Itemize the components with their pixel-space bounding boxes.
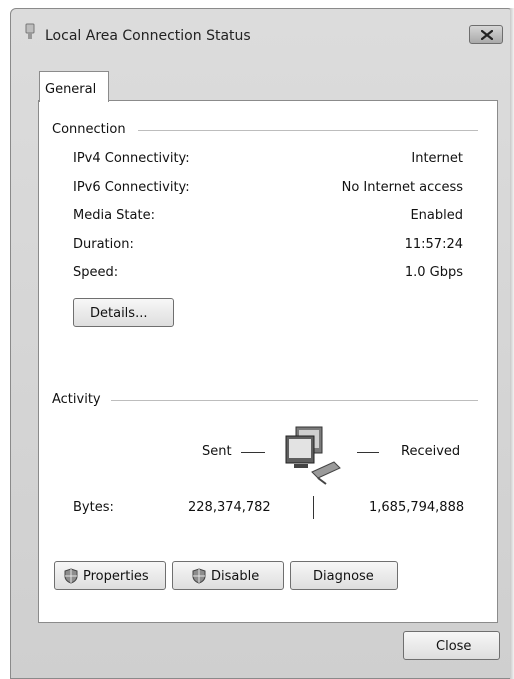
diagnose-button[interactable]: Diagnose — [290, 561, 398, 590]
close-icon — [481, 30, 493, 40]
bytes-received-value: 1,685,794,888 — [369, 500, 465, 515]
activity-group-label: Activity — [52, 392, 101, 407]
activity-group-divider — [111, 400, 478, 401]
bytes-sent-value: 228,374,782 — [188, 500, 271, 515]
ipv4-connectivity-label: IPv4 Connectivity: — [73, 151, 190, 166]
title-bar[interactable]: Local Area Connection Status — [11, 9, 513, 53]
bytes-divider — [313, 496, 314, 519]
received-label: Received — [401, 444, 461, 459]
tab-general[interactable]: General — [39, 71, 109, 102]
shield-icon — [192, 568, 206, 584]
close-button-label: Close — [436, 639, 472, 654]
received-connector-line — [357, 452, 379, 453]
connection-group-divider — [138, 130, 478, 131]
disable-button-label: Disable — [211, 569, 260, 584]
ipv6-connectivity-label: IPv6 Connectivity: — [73, 180, 190, 195]
sent-connector-line — [241, 452, 265, 453]
disable-button[interactable]: Disable — [172, 561, 284, 590]
close-button[interactable]: Close — [403, 631, 500, 660]
tab-general-label: General — [45, 82, 97, 97]
bytes-label: Bytes: — [73, 500, 114, 515]
duration-value: 11:57:24 — [404, 237, 463, 252]
shield-icon — [64, 568, 78, 584]
ipv4-connectivity-value: Internet — [411, 151, 463, 166]
network-adapter-icon — [25, 23, 35, 39]
close-window-button[interactable] — [469, 25, 503, 44]
speed-label: Speed: — [73, 265, 119, 280]
duration-label: Duration: — [73, 237, 134, 252]
network-computers-icon — [285, 426, 341, 485]
tab-panel-general — [38, 100, 498, 623]
window-edge-shadow — [510, 8, 514, 679]
diagnose-button-label: Diagnose — [313, 569, 374, 584]
details-button[interactable]: Details... — [73, 298, 174, 327]
speed-value: 1.0 Gbps — [404, 265, 463, 280]
media-state-value: Enabled — [410, 208, 463, 223]
window-title: Local Area Connection Status — [45, 28, 251, 44]
ipv6-connectivity-value: No Internet access — [341, 180, 463, 195]
sent-label: Sent — [202, 444, 232, 459]
properties-button[interactable]: Properties — [54, 561, 166, 590]
media-state-label: Media State: — [73, 208, 155, 223]
connection-group-label: Connection — [52, 122, 126, 137]
details-button-label: Details... — [90, 306, 148, 321]
properties-button-label: Properties — [83, 569, 149, 584]
